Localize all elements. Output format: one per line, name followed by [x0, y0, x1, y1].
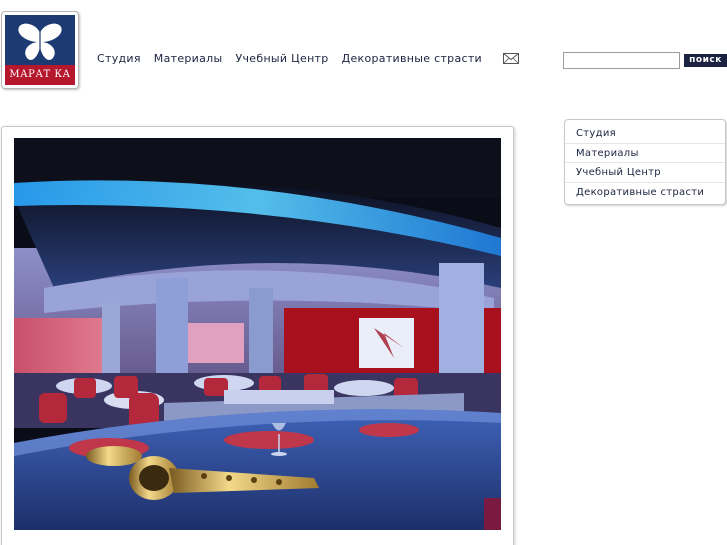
side-menu-item-studio[interactable]: Студия [565, 124, 725, 144]
search-button[interactable]: поиск [684, 54, 727, 67]
butterfly-icon [18, 23, 62, 60]
logo-text: МАРАТ КА [5, 65, 75, 85]
club-interior-photo [14, 138, 501, 530]
mail-icon[interactable] [503, 53, 519, 64]
logo-badge: МАРАТ КА [5, 15, 75, 85]
side-menu: Студия Материалы Учебный Центр Декоратив… [564, 119, 726, 205]
top-nav: Студия Материалы Учебный Центр Декоратив… [97, 52, 495, 66]
nav-item-studio[interactable]: Студия [97, 52, 141, 66]
side-menu-item-materials[interactable]: Материалы [565, 144, 725, 163]
logo[interactable]: МАРАТ КА [1, 11, 79, 89]
nav-item-materials[interactable]: Материалы [154, 52, 223, 66]
side-menu-item-training-center[interactable]: Учебный Центр [565, 163, 725, 183]
nav-item-training-center[interactable]: Учебный Центр [235, 52, 328, 66]
side-menu-item-decorative-passions[interactable]: Декоративные страсти [565, 183, 725, 203]
nav-item-decorative-passions[interactable]: Декоративные страсти [342, 52, 482, 66]
search-input[interactable] [563, 52, 680, 69]
photo-panel [1, 126, 514, 545]
